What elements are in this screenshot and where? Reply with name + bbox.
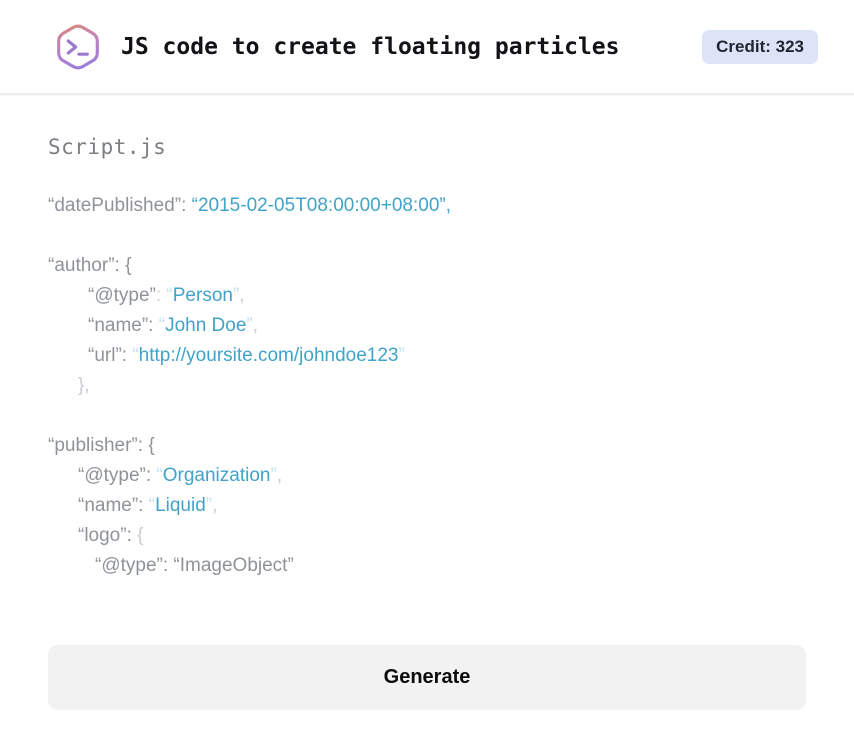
code-token: “url”:	[88, 345, 133, 366]
code-token: Liquid	[155, 495, 206, 516]
code-line: “logo”: {	[48, 521, 806, 551]
code-line: “@type”: “Organization”,	[48, 461, 806, 491]
code-token: {	[137, 525, 144, 546]
code-line: “name”: “John Doe”,	[48, 311, 806, 341]
code-token: “2015-02-05T08:00:00+08:00”,	[191, 195, 451, 216]
code-token: “datePublished”:	[48, 195, 192, 216]
code-line: },	[48, 371, 806, 401]
code-token: “author”: {	[48, 255, 132, 276]
app-header: JS code to create floating particles Cre…	[0, 0, 854, 95]
code-token: “logo”:	[78, 525, 138, 546]
script-filename-heading: Script.js	[48, 135, 167, 159]
code-line: “@type”: “Person”,	[48, 281, 806, 311]
credit-badge: Credit: 323	[702, 29, 818, 64]
generate-button[interactable]: Generate	[48, 645, 806, 710]
code-line: “datePublished”: “2015-02-05T08:00:00+08…	[48, 191, 806, 221]
code-token: },	[78, 375, 90, 396]
code-token: ,	[212, 495, 218, 516]
code-token: “@type”: “ImageObject”	[95, 555, 294, 576]
terminal-hexagon-logo-icon	[57, 24, 99, 69]
code-token: ,	[239, 285, 245, 306]
code-token: ”	[398, 345, 405, 366]
code-token: http://yoursite.com/johndoe123	[138, 345, 399, 366]
code-token: ,	[252, 315, 259, 336]
code-token: Person	[172, 285, 233, 306]
code-token: “name”:	[78, 495, 149, 516]
main-content: Script.js “datePublished”: “2015-02-05T0…	[0, 135, 854, 710]
code-token: Organization	[162, 465, 271, 486]
code-token: ,	[276, 465, 283, 486]
code-token: :	[155, 285, 167, 306]
code-line: “publisher”: {	[48, 431, 806, 461]
code-line: “author”: {	[48, 251, 806, 281]
code-token: John Doe	[165, 315, 247, 336]
code-token: “@type”:	[78, 465, 157, 486]
code-line: “name”: “Liquid”,	[48, 491, 806, 521]
code-line: “@type”: “ImageObject”	[48, 551, 806, 581]
code-token: “@type”	[88, 285, 156, 306]
code-token: “name”:	[88, 315, 159, 336]
code-token: “publisher”: {	[48, 435, 155, 456]
code-line: “url”: “http://yoursite.com/johndoe123”	[48, 341, 806, 371]
code-block: “datePublished”: “2015-02-05T08:00:00+08…	[48, 191, 806, 581]
page-title: JS code to create floating particles	[121, 33, 620, 60]
